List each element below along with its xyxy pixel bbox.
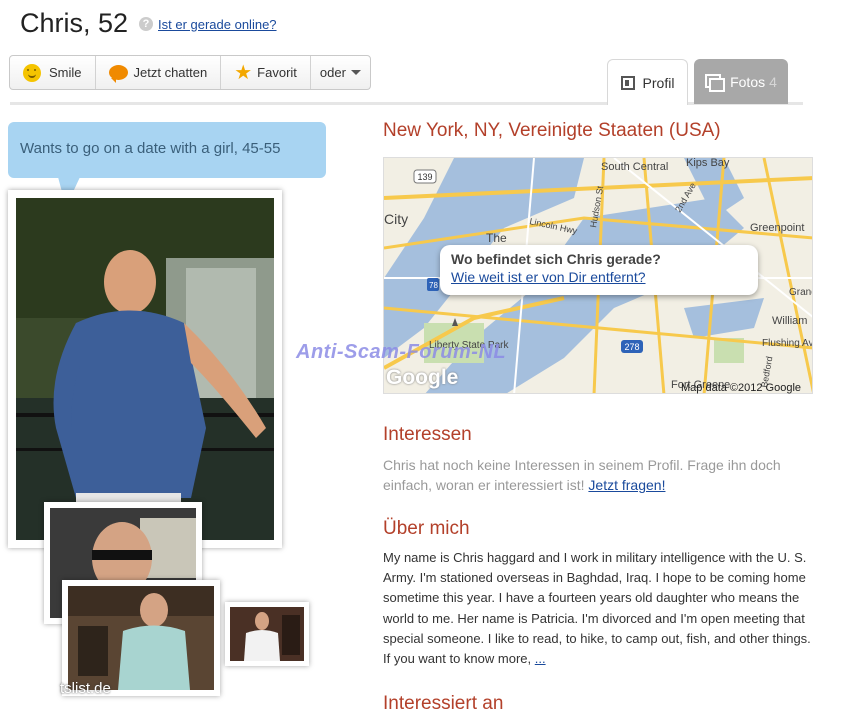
tab-profil[interactable]: Profil: [607, 59, 688, 105]
chat-label: Jetzt chatten: [133, 65, 208, 80]
interessen-heading: Interessen: [383, 424, 472, 445]
main-photo-image: [16, 198, 274, 540]
interessen-text: Chris hat noch keine Interessen in seine…: [383, 455, 823, 495]
help-icon[interactable]: ?: [139, 17, 153, 31]
map-label: Grand: [789, 287, 813, 298]
favorite-label: Favorit: [257, 65, 297, 80]
map-label: Greenpoint: [750, 222, 804, 234]
tab-profil-label: Profil: [642, 74, 675, 91]
photo-thumbnail[interactable]: [62, 580, 220, 696]
map-label: William: [772, 315, 807, 327]
favorite-button[interactable]: ★ Favorit: [221, 56, 311, 89]
ask-now-link[interactable]: Jetzt fragen!: [588, 477, 665, 493]
tab-fotos-count: 4: [769, 73, 777, 90]
distance-link[interactable]: Wie weit ist er von Dir entfernt?: [451, 269, 747, 285]
interested-in-heading: Interessiert an: [383, 693, 504, 714]
profile-title: Chris, 52: [20, 8, 129, 38]
photo-thumbnail[interactable]: [225, 602, 309, 666]
map-label: Flushing Ave: [762, 338, 813, 349]
location-heading: New York, NY, Vereinigte Staaten (USA): [383, 120, 721, 141]
map-label: Kips Bay: [686, 158, 730, 169]
map-popup-question: Wo befindet sich Chris gerade?: [451, 251, 661, 267]
map-credit: Map data ©2012 Google: [681, 382, 802, 394]
map-label: 278: [624, 342, 639, 352]
tab-fotos[interactable]: Fotos 4: [694, 59, 788, 104]
star-icon: ★: [234, 61, 253, 84]
map-label: City: [384, 211, 408, 227]
smile-icon: [23, 63, 41, 82]
watermark: Anti-Scam-Forum-NL: [296, 341, 507, 363]
google-logo: Google: [386, 366, 459, 389]
smile-button[interactable]: Smile: [10, 56, 96, 89]
map-label: The: [486, 231, 507, 245]
about-body: My name is Chris haggard and I work in m…: [383, 550, 811, 667]
chat-bubble-icon: [108, 65, 128, 83]
more-label: oder: [319, 65, 346, 80]
thumbnail-image: [230, 607, 304, 661]
about-text: My name is Chris haggard and I work in m…: [383, 548, 819, 669]
tab-fotos-label: Fotos: [730, 73, 766, 90]
photo-caption: tslist.de: [60, 680, 111, 697]
map-label: 139: [417, 172, 432, 182]
status-bubble: Wants to go on a date with a girl, 45-55: [8, 122, 326, 178]
action-bar: Smile Jetzt chatten ★ Favorit oder: [9, 55, 371, 90]
map-label: 78: [429, 281, 438, 290]
more-dropdown[interactable]: oder: [311, 56, 370, 89]
photos-icon: [705, 74, 726, 92]
interessen-body: Chris hat noch keine Interessen in seine…: [383, 457, 781, 493]
main-photo[interactable]: [8, 190, 282, 548]
read-more-link[interactable]: ...: [535, 651, 546, 666]
online-status-link[interactable]: Ist er gerade online?: [158, 17, 277, 32]
map-label: South Central: [601, 161, 668, 173]
smile-label: Smile: [49, 65, 82, 80]
map-popup: Wo befindet sich Chris gerade? Wie weit …: [440, 245, 758, 295]
chat-button[interactable]: Jetzt chatten: [96, 56, 222, 89]
about-heading: Über mich: [383, 518, 470, 539]
profile-card-icon: [620, 75, 635, 90]
thumbnail-image: [68, 586, 214, 690]
chevron-down-icon: [350, 70, 361, 75]
